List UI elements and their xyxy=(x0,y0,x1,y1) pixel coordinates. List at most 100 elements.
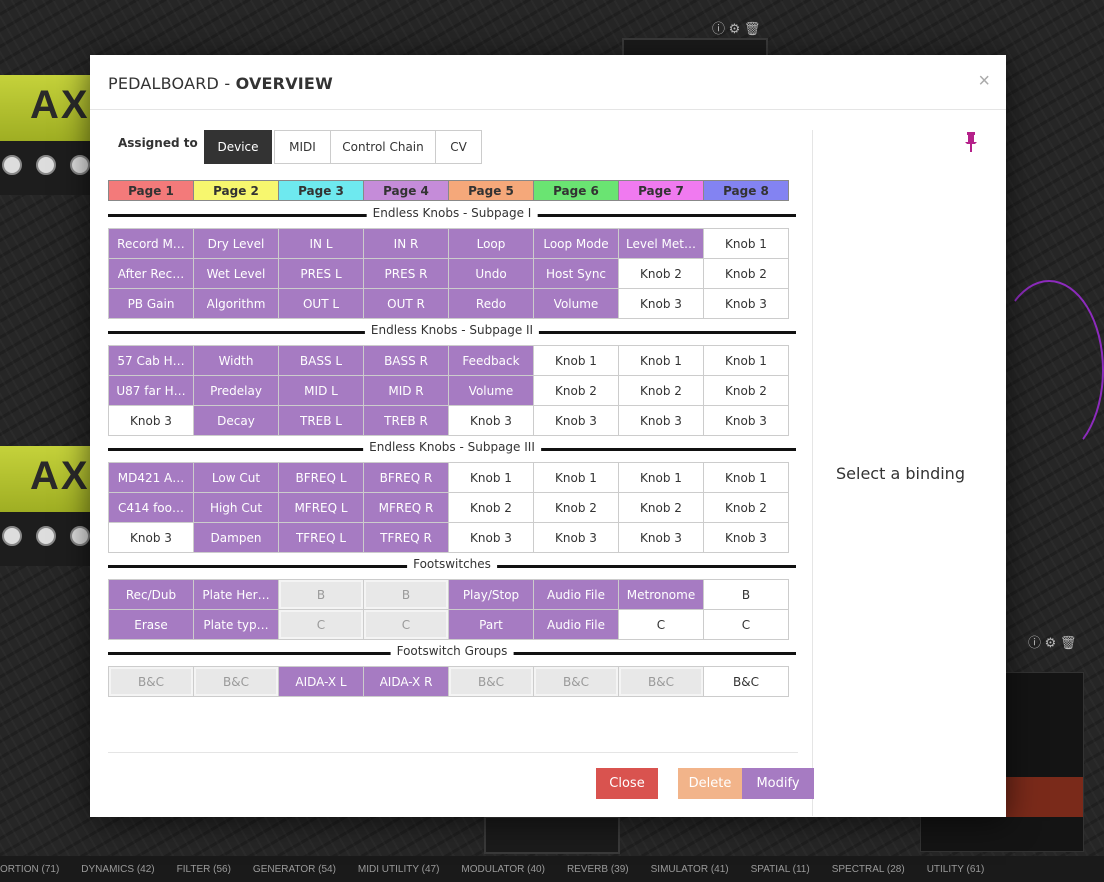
binding-cell[interactable]: Knob 1 xyxy=(533,462,619,493)
binding-cell[interactable]: MID R xyxy=(363,375,449,406)
binding-cell[interactable]: Plate typ… xyxy=(193,609,279,640)
category-item[interactable]: GENERATOR (54) xyxy=(253,864,336,875)
page-tab-8[interactable]: Page 8 xyxy=(703,180,789,201)
binding-cell[interactable]: Undo xyxy=(448,258,534,289)
binding-cell[interactable]: Knob 3 xyxy=(448,522,534,553)
binding-cell[interactable]: Width xyxy=(193,345,279,376)
binding-cell[interactable]: Low Cut xyxy=(193,462,279,493)
category-item[interactable]: FILTER (56) xyxy=(177,864,231,875)
category-item[interactable]: MIDI UTILITY (47) xyxy=(358,864,440,875)
binding-cell[interactable]: B xyxy=(703,579,789,610)
binding-cell[interactable]: Knob 1 xyxy=(703,345,789,376)
binding-cell[interactable]: Audio File xyxy=(533,609,619,640)
binding-cell[interactable]: Knob 3 xyxy=(703,522,789,553)
binding-cell[interactable]: AIDA-X R xyxy=(363,666,449,697)
binding-cell[interactable]: Knob 3 xyxy=(533,522,619,553)
binding-cell[interactable]: Knob 2 xyxy=(703,492,789,523)
binding-cell[interactable]: TFREQ R xyxy=(363,522,449,553)
page-tab-2[interactable]: Page 2 xyxy=(193,180,279,201)
delete-button[interactable]: Delete xyxy=(678,768,742,799)
category-item[interactable]: SIMULATOR (41) xyxy=(651,864,729,875)
binding-cell[interactable]: PB Gain xyxy=(108,288,194,319)
page-tab-6[interactable]: Page 6 xyxy=(533,180,619,201)
binding-cell[interactable]: Knob 1 xyxy=(618,345,704,376)
binding-cell[interactable]: Knob 2 xyxy=(618,375,704,406)
category-item[interactable]: SPECTRAL (28) xyxy=(832,864,905,875)
binding-cell[interactable]: Metronome xyxy=(618,579,704,610)
binding-cell[interactable]: BASS R xyxy=(363,345,449,376)
category-item[interactable]: UTILITY (61) xyxy=(927,864,985,875)
binding-cell[interactable]: Plate Her… xyxy=(193,579,279,610)
binding-cell[interactable]: Knob 2 xyxy=(533,375,619,406)
binding-cell[interactable]: Knob 3 xyxy=(108,405,194,436)
knob[interactable] xyxy=(36,155,56,175)
page-tab-7[interactable]: Page 7 xyxy=(618,180,704,201)
binding-cell[interactable]: TFREQ L xyxy=(278,522,364,553)
binding-cell[interactable]: BASS L xyxy=(278,345,364,376)
page-tab-4[interactable]: Page 4 xyxy=(363,180,449,201)
binding-cell[interactable]: Play/Stop xyxy=(448,579,534,610)
binding-cell[interactable]: Knob 3 xyxy=(618,405,704,436)
plugin-toolbar-icons[interactable]: ⓘ ⚙ 🗑 xyxy=(1028,632,1076,651)
knob[interactable] xyxy=(2,526,22,546)
binding-cell[interactable]: Audio File xyxy=(533,579,619,610)
binding-cell[interactable]: PRES L xyxy=(278,258,364,289)
assign-option-control-chain[interactable]: Control Chain xyxy=(330,130,436,164)
binding-cell[interactable]: BFREQ L xyxy=(278,462,364,493)
page-tab-1[interactable]: Page 1 xyxy=(108,180,194,201)
knob[interactable] xyxy=(70,526,90,546)
assign-option-cv[interactable]: CV xyxy=(435,130,482,164)
assign-option-device[interactable]: Device xyxy=(204,130,272,164)
binding-cell[interactable]: Predelay xyxy=(193,375,279,406)
binding-cell[interactable]: MD421 A… xyxy=(108,462,194,493)
binding-cell[interactable]: Knob 3 xyxy=(703,405,789,436)
category-item[interactable]: ORTION (71) xyxy=(0,864,59,875)
binding-cell[interactable]: Knob 3 xyxy=(618,288,704,319)
binding-cell[interactable]: OUT R xyxy=(363,288,449,319)
binding-cell[interactable]: Feedback xyxy=(448,345,534,376)
binding-cell[interactable]: Knob 1 xyxy=(618,462,704,493)
binding-cell[interactable]: Knob 1 xyxy=(703,462,789,493)
binding-cell[interactable]: TREB L xyxy=(278,405,364,436)
binding-cell[interactable]: Level Met… xyxy=(618,228,704,259)
binding-cell[interactable]: Knob 3 xyxy=(448,405,534,436)
close-button[interactable]: Close xyxy=(596,768,658,799)
pin-icon[interactable] xyxy=(964,132,978,152)
close-icon[interactable]: × xyxy=(978,71,990,91)
binding-cell[interactable]: High Cut xyxy=(193,492,279,523)
binding-cell[interactable]: Rec/Dub xyxy=(108,579,194,610)
binding-cell[interactable]: Decay xyxy=(193,405,279,436)
binding-cell[interactable]: Part xyxy=(448,609,534,640)
binding-cell[interactable]: Knob 2 xyxy=(448,492,534,523)
binding-cell[interactable]: Wet Level xyxy=(193,258,279,289)
binding-cell[interactable]: Volume xyxy=(533,288,619,319)
knob[interactable] xyxy=(36,526,56,546)
binding-cell[interactable]: AIDA-X L xyxy=(278,666,364,697)
assign-option-midi[interactable]: MIDI xyxy=(274,130,331,164)
page-tab-5[interactable]: Page 5 xyxy=(448,180,534,201)
binding-cell[interactable]: Volume xyxy=(448,375,534,406)
plugin-toolbar-icons[interactable]: ⓘ ⚙ 🗑 xyxy=(712,18,760,37)
binding-cell[interactable]: IN L xyxy=(278,228,364,259)
binding-cell[interactable]: MID L xyxy=(278,375,364,406)
binding-cell[interactable]: B&C xyxy=(703,666,789,697)
binding-cell[interactable]: Knob 2 xyxy=(703,258,789,289)
binding-cell[interactable]: C xyxy=(703,609,789,640)
binding-cell[interactable]: Knob 1 xyxy=(703,228,789,259)
binding-cell[interactable]: Algorithm xyxy=(193,288,279,319)
binding-cell[interactable]: Dry Level xyxy=(193,228,279,259)
binding-cell[interactable]: Erase xyxy=(108,609,194,640)
binding-cell[interactable]: IN R xyxy=(363,228,449,259)
category-item[interactable]: SPATIAL (11) xyxy=(751,864,810,875)
category-item[interactable]: REVERB (39) xyxy=(567,864,629,875)
modify-button[interactable]: Modify xyxy=(742,768,814,799)
plugin-list-box[interactable] xyxy=(484,816,620,854)
binding-cell[interactable]: Knob 3 xyxy=(618,522,704,553)
binding-cell[interactable]: Knob 3 xyxy=(533,405,619,436)
binding-cell[interactable]: Record M… xyxy=(108,228,194,259)
knob[interactable] xyxy=(70,155,90,175)
binding-cell[interactable]: Knob 2 xyxy=(618,258,704,289)
binding-cell[interactable]: Knob 1 xyxy=(448,462,534,493)
binding-cell[interactable]: BFREQ R xyxy=(363,462,449,493)
category-item[interactable]: MODULATOR (40) xyxy=(461,864,545,875)
